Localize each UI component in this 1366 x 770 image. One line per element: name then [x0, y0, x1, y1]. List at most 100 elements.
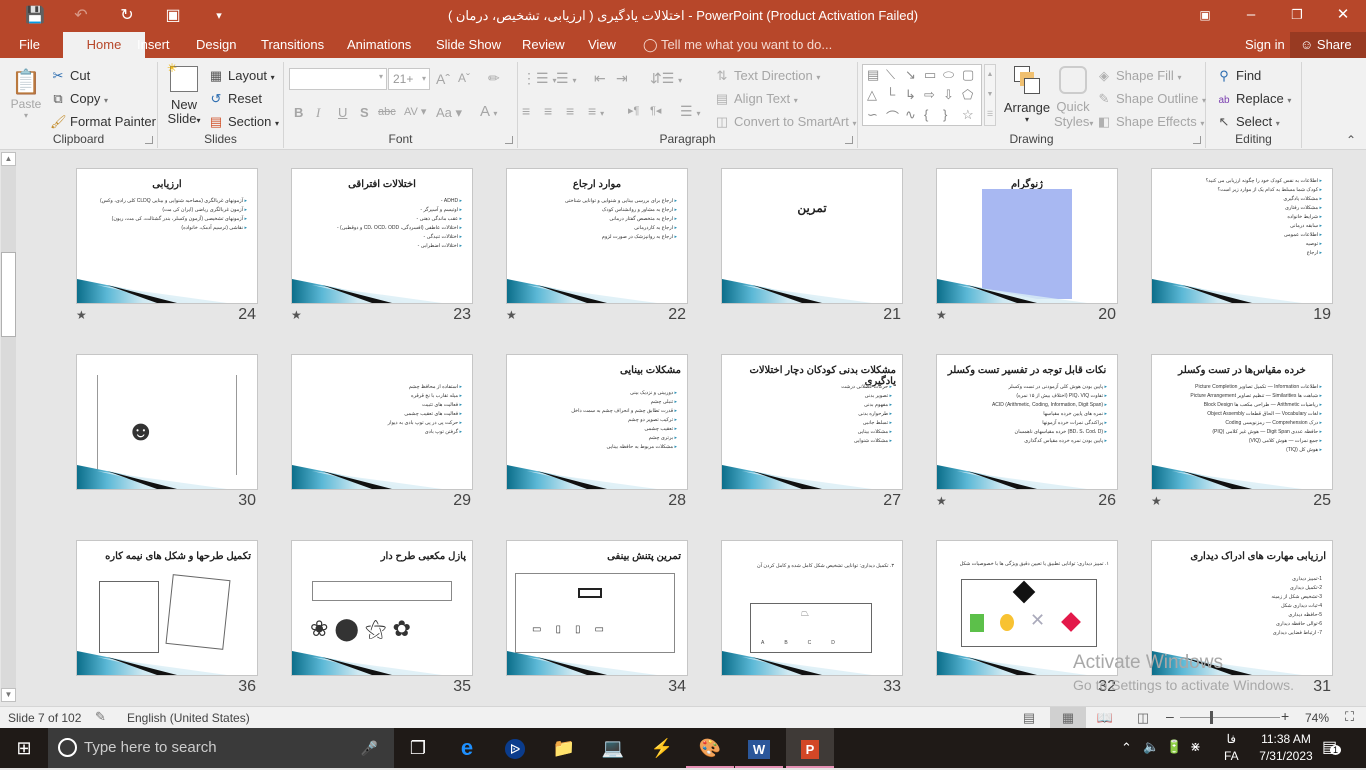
- winamp-icon[interactable]: ⚡: [638, 728, 686, 768]
- justify-button[interactable]: ≡ ▾: [588, 103, 604, 119]
- slideshow-view-button[interactable]: ◫: [1125, 707, 1161, 728]
- slide-thumbnail[interactable]: مشکلات بدنی کودکان دچار اختلالات یادگیری…: [721, 354, 903, 490]
- slide-thumbnail[interactable]: نکات قابل توجه در تفسیر تست وکسلر پایین ب…: [936, 354, 1118, 490]
- slide-thumbnail[interactable]: مشکلات بینایی دوربینی و نزدیک بینیتنبلی چ…: [506, 354, 688, 490]
- word-icon[interactable]: W: [735, 728, 783, 768]
- normal-view-button[interactable]: ▤: [1011, 707, 1047, 728]
- scroll-thumb[interactable]: [1, 252, 16, 337]
- ribbon-display-options-button[interactable]: ▣: [1182, 0, 1228, 32]
- replace-button[interactable]: ab Replace ▾: [1216, 91, 1291, 106]
- rtl-button[interactable]: ¶◂: [650, 104, 661, 117]
- strikethrough-button[interactable]: abc: [378, 106, 396, 118]
- dialog-launcher-icon[interactable]: [145, 136, 153, 144]
- copy-button[interactable]: ⧉ Copy ▾: [50, 91, 108, 107]
- taskbar-search[interactable]: Type here to search 🎤: [48, 728, 394, 768]
- line-shape-icon[interactable]: ⟍: [886, 67, 895, 83]
- paint-icon[interactable]: 🎨: [686, 728, 734, 768]
- slide-thumbnail[interactable]: استفاده از محافظ چشممیله تقارب با نخ قرق…: [291, 354, 473, 490]
- align-right-button[interactable]: ≡: [566, 103, 574, 119]
- file-explorer-icon[interactable]: 📁: [540, 728, 588, 768]
- edge-browser-icon[interactable]: e: [443, 728, 491, 768]
- fit-to-window-button[interactable]: ⛶: [1345, 709, 1354, 725]
- decrease-indent-button[interactable]: ⇤: [594, 70, 606, 87]
- character-spacing-button[interactable]: AV ▾: [404, 105, 426, 118]
- tab-transitions[interactable]: Transitions: [251, 32, 334, 58]
- find-button[interactable]: ⚲ Find: [1216, 68, 1261, 84]
- font-name-combobox[interactable]: ▾: [289, 68, 387, 90]
- reading-view-button[interactable]: 📖: [1087, 707, 1123, 728]
- reset-button[interactable]: ↺ Reset: [208, 91, 262, 107]
- shape-outline-button[interactable]: ✎ Shape Outline ▾: [1096, 91, 1207, 107]
- align-center-button[interactable]: ≡: [544, 103, 552, 119]
- gallery-scroll[interactable]: ▲ ▼ ☰: [984, 64, 996, 126]
- sign-in-link[interactable]: Sign in: [1245, 32, 1285, 58]
- windows-start-icon[interactable]: ⊞: [0, 728, 48, 768]
- slide-thumbnail[interactable]: اطلاعات به نفس کودک خود را چگونه ارزیابی…: [1151, 168, 1333, 304]
- volume-icon[interactable]: 🔈: [1143, 739, 1159, 755]
- animation-star-icon[interactable]: ★: [936, 494, 947, 508]
- clear-formatting-icon[interactable]: ✏: [488, 70, 500, 87]
- ltr-button[interactable]: ▸¶: [628, 104, 639, 117]
- collapse-ribbon-icon[interactable]: ⌃: [1346, 133, 1356, 147]
- format-painter-button[interactable]: 🖌 Format Painter: [50, 114, 156, 130]
- font-color-button[interactable]: A ▾: [480, 103, 497, 120]
- zoom-slider[interactable]: [1180, 711, 1280, 724]
- dialog-launcher-icon[interactable]: [505, 136, 513, 144]
- quick-styles-button[interactable]: Quick Styles▾: [1054, 66, 1093, 131]
- slide-counter[interactable]: Slide 7 of 102: [8, 711, 81, 725]
- curve-shape-icon[interactable]: ∿: [905, 107, 916, 123]
- close-button[interactable]: ✕: [1320, 0, 1366, 32]
- network-app-icon[interactable]: 💻: [589, 728, 637, 768]
- elbow-connector-icon[interactable]: └: [886, 87, 895, 102]
- slide-thumbnail[interactable]: ارزیابی آزمونهای غربالگری (مصاحبه شنوایی …: [76, 168, 258, 304]
- textbox-shape-icon[interactable]: ▤: [867, 67, 879, 83]
- slide-thumbnail[interactable]: اختلالات افتراقی ADHD -اوتیسم و آسپرگر -ع…: [291, 168, 473, 304]
- down-arrow-shape-icon[interactable]: ⇩: [943, 87, 954, 103]
- snip-rectangle-icon[interactable]: ⬠: [962, 87, 973, 103]
- star-shape-icon[interactable]: ☆: [962, 107, 974, 123]
- right-arrow-shape-icon[interactable]: ⇨: [924, 87, 935, 103]
- tab-design[interactable]: Design: [186, 32, 246, 58]
- zoom-in-button[interactable]: +: [1281, 708, 1289, 724]
- tab-animations[interactable]: Animations: [337, 32, 421, 58]
- scroll-up-arrow[interactable]: ▲: [1, 152, 16, 166]
- numbering-button[interactable]: ☰ ▾: [556, 70, 576, 87]
- animation-star-icon[interactable]: ★: [291, 308, 302, 322]
- slide-thumbnail[interactable]: تمرین پتنش بینفی ▭▯▯▭: [506, 540, 688, 676]
- language-indicator[interactable]: English (United States): [127, 711, 250, 725]
- zoom-slider-knob[interactable]: [1210, 711, 1213, 724]
- increase-font-size-button[interactable]: Aˆ: [436, 71, 450, 87]
- decrease-font-size-button[interactable]: Aˇ: [458, 71, 470, 85]
- shape-effects-button[interactable]: ◧ Shape Effects ▾: [1096, 114, 1205, 130]
- task-view-icon[interactable]: ❐: [394, 728, 442, 768]
- action-center-icon[interactable]: ▤1: [1322, 737, 1342, 757]
- slide-thumbnail[interactable]: خرده مقیاس‌ها در تست وکسلر اطلاعات Inform…: [1151, 354, 1333, 490]
- zoom-level[interactable]: 74%: [1305, 711, 1329, 725]
- cut-button[interactable]: ✂ Cut: [50, 68, 91, 84]
- left-brace-icon[interactable]: {: [924, 107, 928, 122]
- paste-button[interactable]: 📋 Paste ▾: [8, 68, 44, 120]
- restore-button[interactable]: ❐: [1274, 0, 1320, 32]
- animation-star-icon[interactable]: ★: [1151, 494, 1162, 508]
- shape-fill-button[interactable]: ◈ Shape Fill ▾: [1096, 68, 1181, 84]
- bluetooth-icon[interactable]: ᐉ: [491, 728, 539, 768]
- tab-view[interactable]: View: [578, 32, 626, 58]
- tab-slide-show[interactable]: Slide Show: [426, 32, 511, 58]
- animation-star-icon[interactable]: ★: [506, 308, 517, 322]
- oval-shape-icon[interactable]: ⬭: [943, 67, 954, 83]
- triangle-shape-icon[interactable]: △: [867, 87, 877, 103]
- animation-star-icon[interactable]: ★: [76, 308, 87, 322]
- zoom-out-button[interactable]: –: [1166, 708, 1174, 724]
- underline-button[interactable]: U: [338, 105, 347, 120]
- tab-review[interactable]: Review: [512, 32, 575, 58]
- text-direction-button[interactable]: ⇅ Text Direction ▾: [714, 68, 821, 84]
- slide-thumbnail[interactable]: تکمیل طرحها و شکل های نیمه کاره: [76, 540, 258, 676]
- bold-button[interactable]: B: [294, 105, 303, 120]
- line-spacing-button[interactable]: ⇵☰ ▾: [650, 70, 682, 87]
- dialog-launcher-icon[interactable]: [1193, 136, 1201, 144]
- dialog-launcher-icon[interactable]: [845, 136, 853, 144]
- minimize-button[interactable]: –: [1228, 0, 1274, 32]
- select-button[interactable]: ↖ Select ▾: [1216, 114, 1280, 130]
- align-left-button[interactable]: ≡: [522, 103, 530, 119]
- convert-smartart-button[interactable]: ◫ Convert to SmartArt ▾: [714, 114, 857, 130]
